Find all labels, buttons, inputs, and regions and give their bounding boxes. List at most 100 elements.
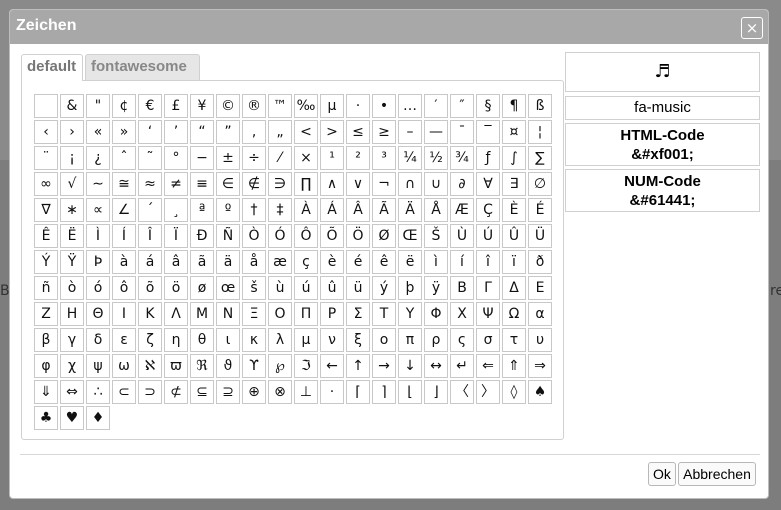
character-cell[interactable]: < [294,120,318,144]
character-cell[interactable]: ε [112,328,136,352]
character-cell[interactable]: ¯ [450,120,474,144]
character-cell[interactable]: ° [164,146,188,170]
character-cell[interactable]: É [528,198,552,222]
character-cell[interactable]: ≈ [138,172,162,196]
character-cell[interactable]: ∪ [424,172,448,196]
character-cell[interactable]: ≥ [372,120,396,144]
character-cell[interactable]: Þ [86,250,110,274]
character-cell[interactable]: ◊ [502,380,526,404]
character-cell[interactable]: ℘ [268,354,292,378]
character-cell[interactable]: ð [528,250,552,274]
character-cell[interactable]: ↔ [424,354,448,378]
character-cell[interactable]: χ [60,354,84,378]
character-cell[interactable]: Â [346,198,370,222]
character-cell[interactable]: Ü [528,224,552,248]
character-cell[interactable]: ϖ [164,354,188,378]
character-cell[interactable]: œ [216,276,240,300]
character-cell[interactable]: Œ [398,224,422,248]
character-cell[interactable]: § [476,94,500,118]
character-cell[interactable]: κ [242,328,266,352]
character-cell[interactable]: ¦ [528,120,552,144]
character-cell[interactable]: 〈 [450,380,474,404]
character-cell[interactable]: Π [294,302,318,326]
character-cell[interactable]: ℜ [190,354,214,378]
character-cell[interactable]: Ε [528,276,552,300]
ok-button[interactable]: Ok [648,462,676,486]
character-cell[interactable]: ê [372,250,396,274]
character-cell[interactable]: − [190,146,214,170]
character-cell[interactable]: ‚ [242,120,266,144]
character-cell[interactable]: é [346,250,370,274]
character-cell[interactable]: ♦ [86,406,110,430]
character-cell[interactable]: Ù [450,224,474,248]
character-cell[interactable]: ⊇ [216,380,240,404]
character-cell[interactable]: ⌊ [398,380,422,404]
character-cell[interactable]: ª [190,198,214,222]
character-cell[interactable]: ⇑ [502,354,526,378]
character-cell[interactable]: × [294,146,318,170]
character-cell[interactable]: Û [502,224,526,248]
character-cell[interactable]: Ρ [320,302,344,326]
character-cell[interactable]: ’ [164,120,188,144]
character-cell[interactable]: ø [190,276,214,300]
character-cell[interactable]: • [372,94,396,118]
character-cell[interactable]: ∀ [476,172,500,196]
character-cell[interactable]: › [60,120,84,144]
character-cell[interactable]: Γ [476,276,500,300]
character-cell[interactable]: ∨ [346,172,370,196]
character-cell[interactable]: “ [190,120,214,144]
character-cell[interactable]: ↵ [450,354,474,378]
character-cell[interactable]: Ì [86,224,110,248]
character-cell[interactable]: Ñ [216,224,240,248]
character-cell[interactable]: º [216,198,240,222]
character-cell[interactable]: ‹ [34,120,58,144]
character-cell[interactable]: Ò [242,224,266,248]
character-cell[interactable]: φ [34,354,58,378]
character-cell[interactable]: ξ [346,328,370,352]
character-cell[interactable]: ϒ [242,354,266,378]
character-cell[interactable]: ∴ [86,380,110,404]
character-cell[interactable]: ¤ [502,120,526,144]
character-cell[interactable]: £ [164,94,188,118]
character-cell[interactable]: ¸ [164,198,188,222]
character-cell[interactable]: … [398,94,422,118]
character-cell[interactable]: ℑ [294,354,318,378]
character-cell[interactable]: Å [424,198,448,222]
character-cell[interactable]: ∑ [528,146,552,170]
character-cell[interactable]: σ [476,328,500,352]
character-cell[interactable]: Κ [138,302,162,326]
character-cell[interactable]: ⌉ [372,380,396,404]
character-cell[interactable]: Δ [502,276,526,300]
character-cell[interactable]: Ο [268,302,292,326]
character-cell[interactable]: ⊆ [190,380,214,404]
character-cell[interactable]: Ë [60,224,84,248]
character-cell[interactable]: ⊥ [294,380,318,404]
character-cell[interactable]: € [138,94,162,118]
character-cell[interactable]: Ú [476,224,500,248]
character-cell[interactable]: Τ [372,302,396,326]
character-cell[interactable]: ∏ [294,172,318,196]
cancel-button[interactable]: Abbrechen [678,462,756,486]
character-cell[interactable]: ý [372,276,396,300]
character-cell[interactable]: ô [112,276,136,300]
character-cell[interactable]: μ [294,328,318,352]
character-cell[interactable]: Š [424,224,448,248]
character-cell[interactable]: λ [268,328,292,352]
character-cell[interactable]: Ø [372,224,396,248]
character-cell[interactable]: ‾ [476,120,500,144]
character-cell[interactable]: α [528,302,552,326]
character-cell[interactable]: â [164,250,188,274]
character-cell[interactable]: ´ [138,198,162,222]
character-cell[interactable]: ρ [424,328,448,352]
character-cell[interactable]: ≤ [346,120,370,144]
character-cell[interactable]: ¬ [372,172,396,196]
character-cell[interactable]: ¼ [398,146,422,170]
character-cell[interactable]: ν [320,328,344,352]
character-cell[interactable]: ™ [268,94,292,118]
character-cell[interactable]: Æ [450,198,474,222]
character-cell[interactable]: · [346,94,370,118]
character-cell[interactable]: ã [190,250,214,274]
character-cell[interactable]: ® [242,94,266,118]
tab-default[interactable]: default [21,54,83,81]
character-cell[interactable]: È [502,198,526,222]
